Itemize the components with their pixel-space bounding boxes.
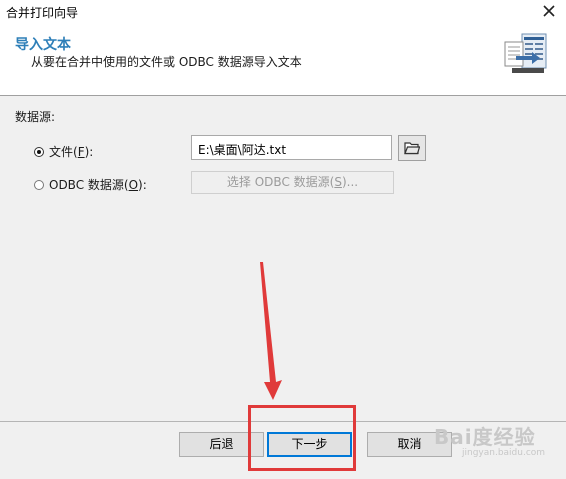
merge-print-wizard-window: 合并打印向导 导入文本 从要在合并中使用的文件或 ODBC 数据源导入文本 数据… xyxy=(0,0,566,479)
annotation-highlight-box xyxy=(248,405,356,471)
watermark: Bai度经验 xyxy=(434,425,536,449)
watermark-url: jingyan.baidu.com xyxy=(462,448,546,458)
